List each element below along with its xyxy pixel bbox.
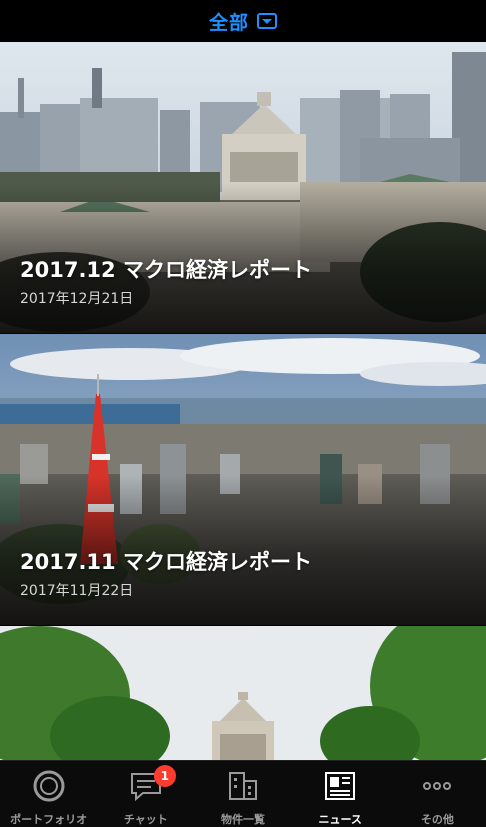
- tab-label: その他: [420, 813, 454, 826]
- category-title: 全部: [208, 11, 249, 34]
- bottom-tab-bar: ポートフォリオ 1 チャット 物件一覧 ニュース その他: [0, 760, 486, 827]
- article-title: 2017.12 マクロ経済レポート: [20, 258, 312, 282]
- article-card[interactable]: [0, 626, 486, 760]
- unread-badge: 1: [153, 765, 176, 787]
- tab-news[interactable]: ニュース: [292, 761, 389, 827]
- article-thumbnail: [0, 626, 486, 760]
- newspaper-icon: [325, 772, 356, 800]
- tab-portfolio[interactable]: ポートフォリオ: [0, 761, 97, 827]
- chevron-down-box-icon[interactable]: [257, 13, 277, 29]
- article-date: 2017年12月21日: [20, 291, 134, 307]
- top-header: 全部: [0, 0, 486, 42]
- article-title: 2017.11 マクロ経済レポート: [20, 550, 312, 574]
- portfolio-ring-icon: [33, 770, 65, 802]
- tab-label: チャット: [123, 813, 168, 826]
- more-dots-icon: [423, 782, 452, 790]
- tab-properties[interactable]: 物件一覧: [194, 761, 291, 827]
- category-filter[interactable]: 全部: [209, 8, 277, 35]
- tab-label: ニュース: [318, 813, 362, 826]
- article-card[interactable]: 2017.11 マクロ経済レポート 2017年11月22日: [0, 334, 486, 625]
- buildings-icon: [229, 772, 257, 800]
- tab-label: 物件一覧: [221, 813, 265, 826]
- article-card[interactable]: 2017.12 マクロ経済レポート 2017年12月21日: [0, 42, 486, 333]
- tab-chat[interactable]: 1 チャット: [97, 761, 194, 827]
- tab-label: ポートフォリオ: [10, 813, 88, 826]
- tab-more[interactable]: その他: [389, 761, 486, 827]
- article-date: 2017年11月22日: [20, 583, 134, 599]
- news-feed[interactable]: 2017.12 マクロ経済レポート 2017年12月21日 2017.11 マク…: [0, 42, 486, 760]
